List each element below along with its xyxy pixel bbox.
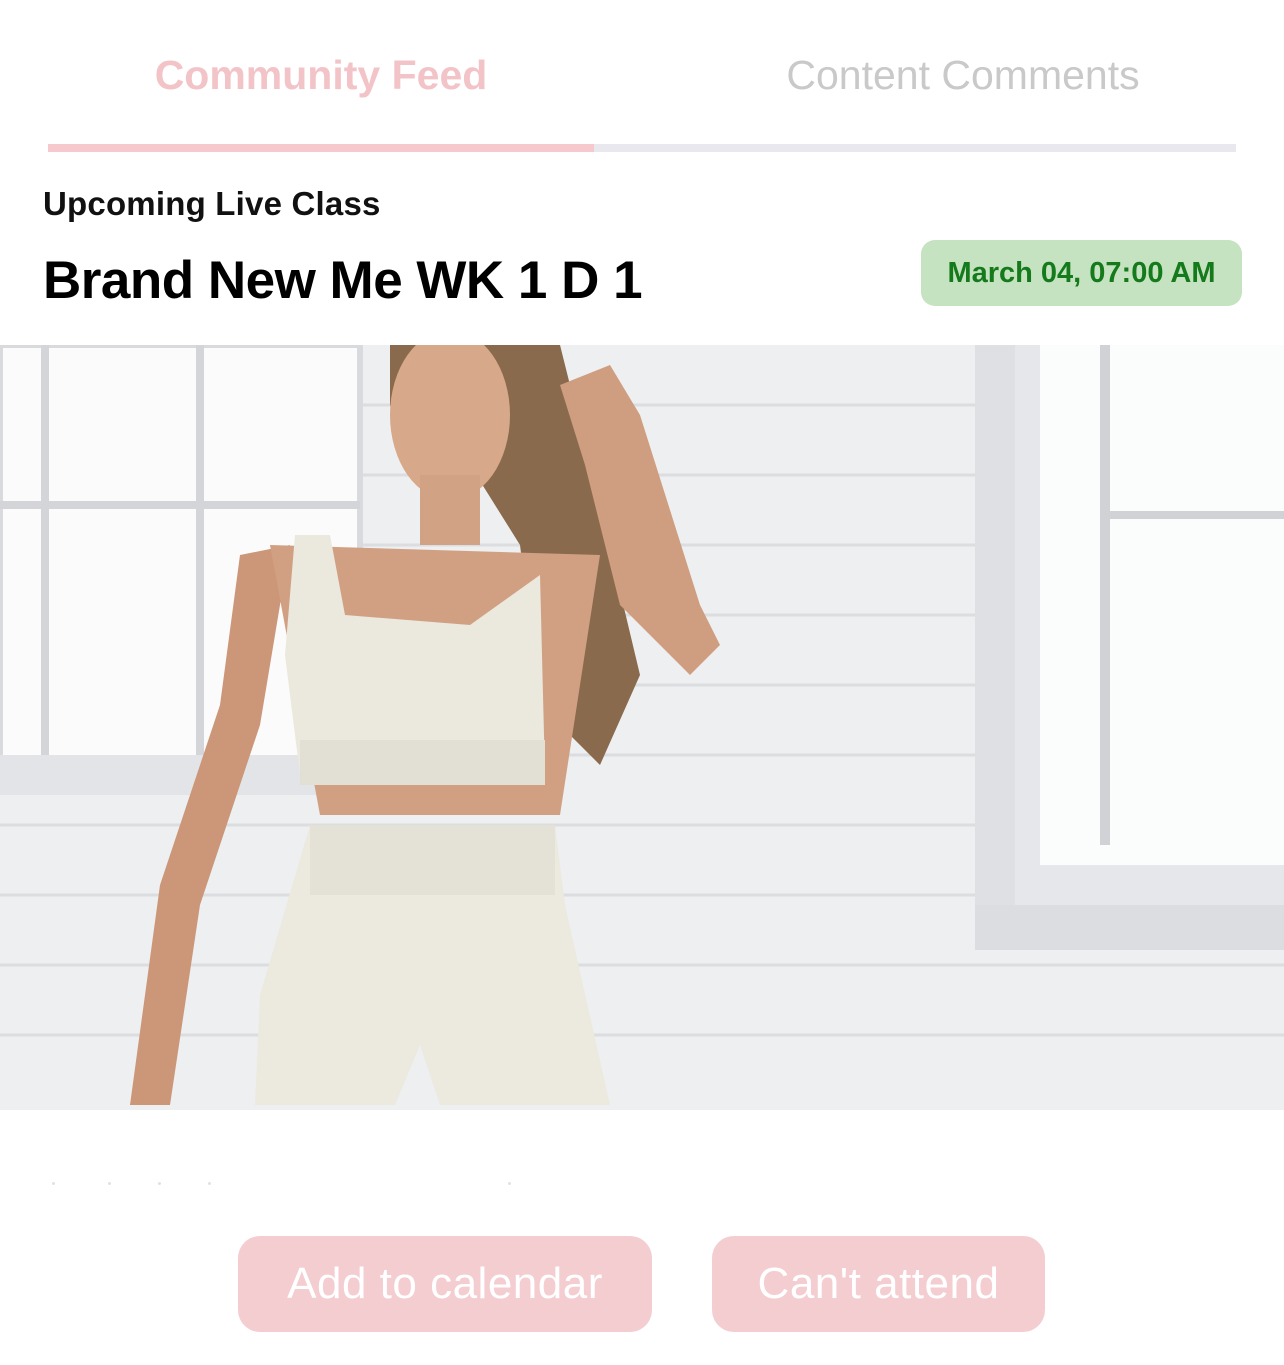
class-photo-icon — [0, 345, 1284, 1110]
active-tab-indicator — [48, 144, 594, 152]
tab-community-feed[interactable]: Community Feed — [48, 52, 594, 99]
tab-bar: Community Feed Content Comments — [0, 0, 1284, 155]
cant-attend-button[interactable]: Can't attend — [712, 1236, 1045, 1332]
tab-content-comments[interactable]: Content Comments — [640, 52, 1284, 99]
section-label: Upcoming Live Class — [43, 185, 381, 222]
class-title: Brand New Me WK 1 D 1 — [43, 251, 643, 310]
class-hero-image[interactable] — [0, 345, 1284, 1110]
faint-caption — [48, 1178, 518, 1192]
date-badge: March 04, 07:00 AM — [921, 240, 1242, 306]
add-to-calendar-button[interactable]: Add to calendar — [238, 1236, 652, 1332]
